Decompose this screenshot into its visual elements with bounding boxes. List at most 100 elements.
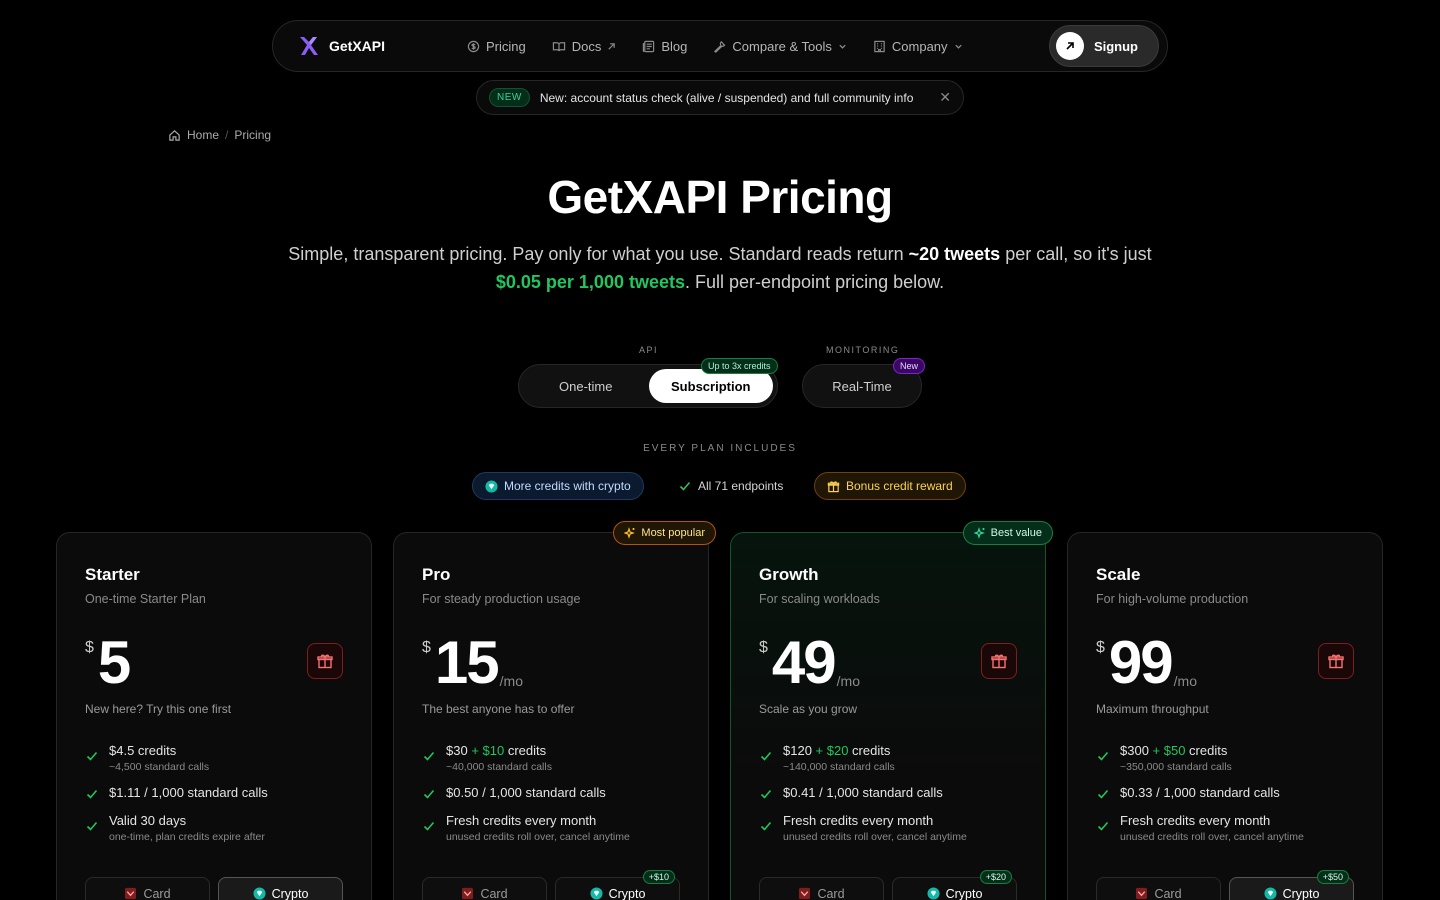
pay-card-button[interactable]: Card bbox=[759, 877, 884, 900]
price-amount: 5 bbox=[97, 629, 131, 696]
feature-list: $300 + $50 credits ~350,000 standard call… bbox=[1096, 743, 1362, 855]
check-icon bbox=[86, 751, 98, 761]
breadcrumb-home[interactable]: Home bbox=[187, 128, 219, 142]
monitoring-label: MONITORING bbox=[826, 345, 900, 355]
credits-calls: ~40,000 standard calls bbox=[446, 761, 552, 773]
pay-card-label: Card bbox=[480, 887, 508, 900]
nav-company[interactable]: Company bbox=[873, 39, 963, 54]
credits-calls: ~4,500 standard calls bbox=[109, 761, 210, 773]
gift-icon bbox=[827, 480, 840, 492]
gem-icon bbox=[1264, 887, 1277, 900]
api-label: API bbox=[639, 345, 659, 355]
price-currency: $ bbox=[422, 639, 431, 656]
crypto-bonus-badge: +$50 bbox=[1316, 870, 1349, 884]
renewal-sub: unused credits roll over, cancel anytime bbox=[1120, 831, 1304, 843]
feature-renewal: Fresh credits every month unused credits … bbox=[422, 813, 688, 843]
price-currency: $ bbox=[759, 639, 768, 656]
nav-compare-tools-label: Compare & Tools bbox=[732, 38, 832, 54]
credits-suffix: credits bbox=[1185, 743, 1228, 758]
credits-amount: $4.5 credits bbox=[109, 743, 177, 758]
pay-crypto-label: Crypto bbox=[1282, 887, 1320, 900]
close-icon[interactable]: ✕ bbox=[939, 89, 951, 106]
signup-button[interactable]: Signup bbox=[1048, 25, 1159, 67]
pay-card-button[interactable]: Card bbox=[1096, 877, 1221, 900]
plan-description: For scaling workloads bbox=[759, 592, 880, 606]
pay-crypto-button[interactable]: Crypto +$50 bbox=[1229, 870, 1354, 900]
credits-bonus: + $20 bbox=[811, 743, 849, 758]
card-icon bbox=[799, 887, 811, 900]
announcement-text[interactable]: New: account status check (alive / suspe… bbox=[540, 91, 914, 105]
brand[interactable]: GetXAPI bbox=[297, 34, 447, 58]
tab-one-time[interactable]: One-time bbox=[523, 369, 649, 403]
renewal-text: Fresh credits every month bbox=[783, 813, 934, 828]
gift-icon[interactable] bbox=[307, 643, 343, 679]
pay-crypto-label: Crypto bbox=[271, 887, 309, 900]
nav-compare-tools[interactable]: Compare & Tools bbox=[713, 39, 846, 54]
pay-card-button[interactable]: Card bbox=[422, 877, 547, 900]
feature-list: $30 + $10 credits ~40,000 standard calls … bbox=[422, 743, 688, 855]
most-popular-label: Most popular bbox=[641, 527, 705, 539]
subtitle-part-2: per call, so it's just bbox=[1000, 244, 1152, 264]
feature-credits: $4.5 credits ~4,500 standard calls bbox=[85, 743, 351, 773]
check-icon bbox=[423, 789, 435, 799]
bonus-credit-label: Bonus credit reward bbox=[846, 479, 953, 493]
plan-price: $ 99 /mo bbox=[1096, 629, 1197, 697]
credits-bonus: + $10 bbox=[467, 743, 505, 758]
renewal-sub: unused credits roll over, cancel anytime bbox=[783, 831, 967, 843]
plan-price: $ 49 /mo bbox=[759, 629, 860, 697]
credits-amount: $120 bbox=[783, 743, 812, 758]
check-icon bbox=[1097, 751, 1109, 761]
pay-crypto-button[interactable]: Crypto bbox=[218, 877, 343, 900]
feature-renewal: Fresh credits every month unused credits … bbox=[759, 813, 1025, 843]
gift-icon[interactable] bbox=[1318, 643, 1354, 679]
plan-card-growth: Best value Growth For scaling workloads … bbox=[730, 521, 1053, 900]
credits-amount: $30 bbox=[446, 743, 468, 758]
book-icon bbox=[552, 41, 565, 51]
pay-crypto-button[interactable]: Crypto +$20 bbox=[892, 870, 1017, 900]
feature-validity: Valid 30 days one-time, plan credits expi… bbox=[85, 813, 351, 843]
subtitle-tweets-per-call: ~20 tweets bbox=[908, 244, 1001, 264]
card-icon bbox=[462, 887, 474, 900]
feature-rate: $0.41 / 1,000 standard calls bbox=[759, 785, 1025, 801]
crypto-bonus-badge: +$20 bbox=[979, 870, 1012, 884]
gem-icon bbox=[485, 479, 498, 493]
best-value-label: Best value bbox=[990, 527, 1042, 539]
price-amount: 15 bbox=[434, 629, 500, 696]
pay-card-button[interactable]: Card bbox=[85, 877, 210, 900]
plan-card-starter: Starter One-time Starter Plan $ 5 New he… bbox=[56, 532, 372, 900]
plan-tagline: Scale as you grow bbox=[759, 702, 858, 716]
gem-icon bbox=[927, 887, 940, 900]
realtime-new-badge: New bbox=[893, 358, 926, 374]
credits-calls: ~140,000 standard calls bbox=[783, 761, 895, 773]
chevron-down-icon bbox=[839, 44, 846, 49]
check-icon bbox=[423, 751, 435, 761]
pay-crypto-label: Crypto bbox=[608, 887, 646, 900]
check-icon bbox=[1097, 821, 1109, 831]
credits-suffix: credits bbox=[504, 743, 547, 758]
check-icon bbox=[760, 821, 772, 831]
credits-suffix: credits bbox=[848, 743, 891, 758]
tab-subscription[interactable]: Subscription bbox=[648, 369, 773, 403]
card-icon bbox=[125, 887, 137, 900]
breadcrumb-current: Pricing bbox=[234, 128, 272, 142]
pay-crypto-button[interactable]: Crypto +$10 bbox=[555, 870, 680, 900]
crypto-bonus-badge: +$10 bbox=[642, 870, 675, 884]
rate-text: $1.11 / 1,000 standard calls bbox=[109, 785, 268, 800]
check-icon bbox=[86, 789, 98, 799]
gift-icon[interactable] bbox=[981, 643, 1017, 679]
rate-text: $0.33 / 1,000 standard calls bbox=[1120, 785, 1280, 800]
page-subtitle: Simple, transparent pricing. Pay only fo… bbox=[270, 240, 1170, 296]
new-pill: NEW bbox=[489, 88, 530, 107]
validity-sub: one-time, plan credits expire after bbox=[109, 831, 265, 843]
nav-blog[interactable]: Blog bbox=[642, 39, 687, 54]
plan-name: Pro bbox=[422, 565, 451, 584]
getxapi-logo-icon bbox=[300, 37, 318, 55]
page-title: GetXAPI Pricing bbox=[547, 171, 893, 223]
price-amount: 49 bbox=[771, 629, 837, 696]
nav-pricing[interactable]: Pricing bbox=[467, 39, 526, 54]
announcement-banner: NEW New: account status check (alive / s… bbox=[476, 80, 964, 115]
plan-card-scale: Scale For high-volume production $ 99 /m… bbox=[1067, 532, 1383, 900]
breadcrumb-separator: / bbox=[225, 128, 229, 142]
nav-docs[interactable]: Docs bbox=[552, 39, 617, 54]
check-icon bbox=[1097, 789, 1109, 799]
